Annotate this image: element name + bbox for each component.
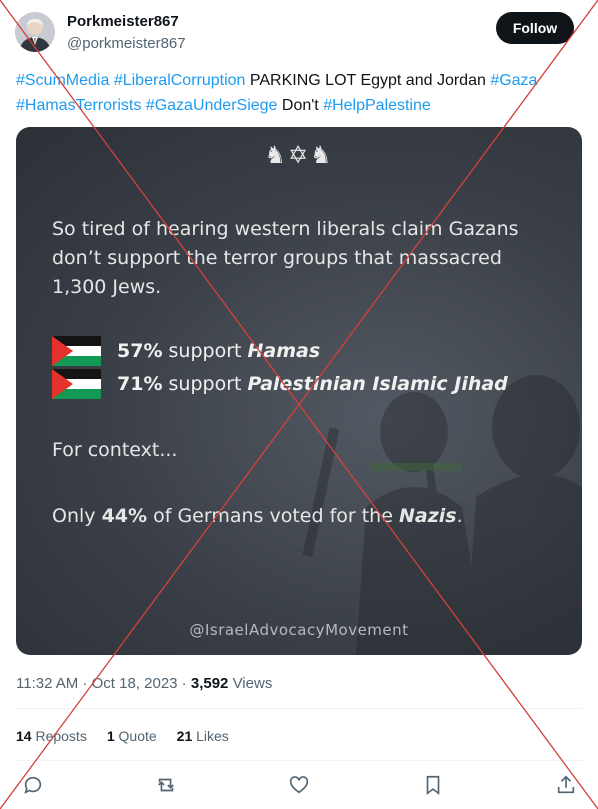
like-icon[interactable] <box>288 774 312 798</box>
avatar[interactable] <box>15 12 55 52</box>
hashtag-gaza[interactable]: #Gaza <box>490 72 537 89</box>
share-icon[interactable] <box>555 774 579 798</box>
hashtag-helppalestine[interactable]: #HelpPalestine <box>323 97 431 114</box>
palestine-flag-icon <box>52 369 101 399</box>
comparison-percent: 44% <box>101 505 148 527</box>
card-watermark: @IsraelAdvocacyMovement <box>189 621 409 639</box>
stat-hamas-support: support <box>162 340 248 362</box>
media-image[interactable]: ♞✡♞ So tired of hearing western liberals… <box>16 127 582 655</box>
views-count: 3,592 <box>190 675 229 692</box>
tweet-meta: 11:32 AM · Oct 18, 2023 · 3,592 Views <box>16 675 272 692</box>
quotes-label: Quote <box>114 728 157 744</box>
comparison-end: . <box>456 505 463 527</box>
quotes-stat[interactable]: 1 Quote <box>107 728 157 744</box>
bookmark-icon[interactable] <box>422 774 446 798</box>
stat-row-hamas: 57% support Hamas <box>52 336 320 366</box>
quotes-count: 1 <box>106 728 115 744</box>
author-display-name[interactable]: Porkmeister867 <box>67 13 179 30</box>
engagement-stats: 14 Reposts 1 Quote 21 Likes <box>16 728 249 744</box>
tweet-text-segment-1: PARKING LOT Egypt and Jordan <box>245 72 491 89</box>
stat-hamas-group: Hamas <box>247 340 321 362</box>
stat-pij-support: support <box>162 373 248 395</box>
tweet-date[interactable]: Oct 18, 2023 <box>92 675 178 692</box>
card-context: For context... <box>52 439 178 461</box>
reposts-label: Reposts <box>31 728 87 744</box>
action-bar <box>0 770 598 802</box>
likes-count: 21 <box>176 728 193 744</box>
comparison-group: Nazis <box>398 505 457 527</box>
meta-separator: · <box>177 675 191 692</box>
card-headline: So tired of hearing western liberals cla… <box>52 218 519 298</box>
reply-icon[interactable] <box>22 774 46 798</box>
profile-photo-icon <box>15 12 55 52</box>
repost-icon[interactable] <box>155 774 179 798</box>
emblem-icon: ♞✡♞ <box>264 142 334 169</box>
comparison-middle: of Germans voted for the <box>147 505 399 527</box>
meta-separator: · <box>78 675 92 692</box>
tweet-text: #ScumMedia #LiberalCorruption PARKING LO… <box>16 68 582 118</box>
stat-row-pij: 71% support Palestinian Islamic Jihad <box>52 369 508 399</box>
likes-stat[interactable]: 21 Likes <box>177 728 229 744</box>
stat-pij-percent: 71% <box>117 373 163 395</box>
divider <box>16 760 582 761</box>
hashtag-links-1[interactable]: #ScumMedia #LiberalCorruption <box>16 72 245 89</box>
hashtag-links-2[interactable]: #HamasTerrorists #GazaUnderSiege <box>16 97 277 114</box>
views-label: Views <box>228 675 273 692</box>
reposts-count: 14 <box>16 728 32 744</box>
tweet-time[interactable]: 11:32 AM <box>16 675 78 692</box>
tweet-text-segment-2: Don't <box>277 97 324 114</box>
reposts-stat[interactable]: 14 Reposts <box>16 728 87 744</box>
divider <box>16 708 582 709</box>
author-handle[interactable]: @porkmeister867 <box>67 35 186 52</box>
stat-pij-group: Palestinian Islamic Jihad <box>247 373 508 395</box>
follow-button[interactable]: Follow <box>496 12 574 44</box>
comparison-prefix: Only <box>52 505 102 527</box>
stat-hamas-percent: 57% <box>117 340 163 362</box>
card-comparison: Only 44% of Germans voted for the Nazis. <box>52 505 463 527</box>
likes-label: Likes <box>192 728 229 744</box>
palestine-flag-icon <box>52 336 101 366</box>
